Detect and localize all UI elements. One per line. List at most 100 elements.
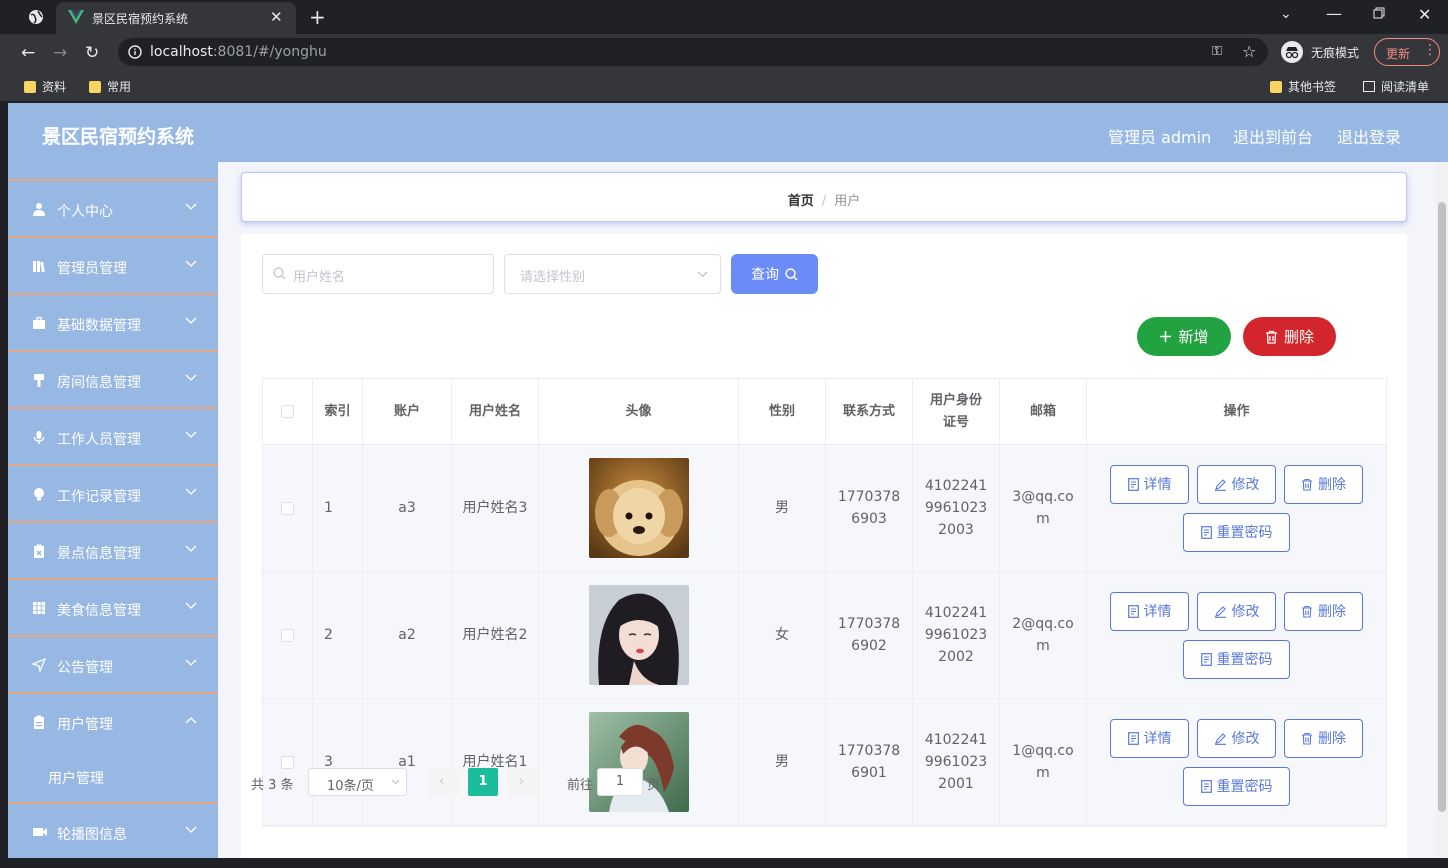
avatar-girl-dark[interactable] — [588, 585, 689, 685]
sidebar-item-personal[interactable]: 个人中心 — [8, 179, 218, 236]
star-icon[interactable]: ☆ — [1242, 42, 1256, 61]
globe-icon[interactable] — [28, 9, 44, 25]
info-icon[interactable] — [128, 45, 142, 59]
minimize-icon[interactable]: — — [1326, 4, 1342, 23]
browser-toolbar: ← → ↻ localhost:8081/#/yonghu ⚿ ☆ 无痕模式 更… — [0, 34, 1448, 70]
reset-password-button[interactable]: 重置密码 — [1183, 640, 1290, 679]
key-icon[interactable]: ⚿ — [1212, 44, 1222, 59]
detail-button[interactable]: 详情 — [1110, 465, 1189, 504]
add-button[interactable]: 新增 — [1137, 317, 1231, 356]
delete-button[interactable]: 删除 — [1284, 592, 1363, 631]
incognito-icon[interactable] — [1281, 41, 1303, 63]
avatar-puppy[interactable] — [588, 458, 689, 558]
more-icon[interactable]: ⋮ — [1423, 42, 1437, 58]
reset-password-button[interactable]: 重置密码 — [1183, 767, 1290, 806]
query-button[interactable]: 查询 — [731, 254, 818, 294]
back-icon[interactable]: ← — [21, 43, 35, 63]
cell-avatar — [539, 572, 739, 698]
page-size-select[interactable]: 10条/页 — [308, 768, 407, 796]
browser-tab[interactable]: 景区民宿预约系统 ✕ — [56, 2, 296, 34]
other-bookmarks[interactable]: 其他书签 — [1270, 78, 1336, 95]
reading-list[interactable]: 阅读清单 — [1363, 78, 1429, 95]
bookmark-folder-changyong[interactable]: 常用 — [89, 78, 131, 95]
edit-button[interactable]: 修改 — [1197, 719, 1276, 758]
folder-icon — [1270, 80, 1282, 93]
delete-button[interactable]: 删除 — [1284, 719, 1363, 758]
bookmark-folder-ziliao[interactable]: 资料 — [24, 78, 66, 95]
edit-icon — [1214, 478, 1227, 491]
row-checkbox[interactable] — [281, 628, 294, 642]
sidebar-item-admin[interactable]: 管理员管理 — [8, 236, 218, 293]
detail-button[interactable]: 详情 — [1110, 592, 1189, 631]
edit-button[interactable]: 修改 — [1197, 465, 1276, 504]
sidebar-item-room-info[interactable]: 房间信息管理 — [8, 350, 218, 407]
close-window-icon[interactable]: ✕ — [1418, 5, 1431, 24]
new-tab-icon[interactable]: + — [309, 5, 326, 29]
row-checkbox[interactable] — [281, 501, 294, 515]
update-button[interactable]: 更新 ⋮ — [1374, 38, 1440, 66]
address-bar[interactable]: localhost:8081/#/yonghu ⚿ ☆ — [118, 38, 1268, 66]
user-icon — [32, 202, 46, 216]
cell-gender: 男 — [739, 699, 826, 825]
tab-search-icon[interactable]: ⌄ — [1280, 6, 1292, 22]
goto-prefix: 前往 — [567, 778, 594, 793]
header-actions: 操作 — [1223, 403, 1250, 419]
sidebar-item-scenic[interactable]: 景点信息管理 — [8, 521, 218, 578]
forward-icon[interactable]: → — [53, 43, 67, 63]
admin-label[interactable]: 管理员 admin — [1108, 124, 1211, 148]
sidebar-item-staff[interactable]: 工作人员管理 — [8, 407, 218, 464]
cell-account: a3 — [363, 445, 452, 571]
user-table: 索引 账户 用户姓名 头像 性别 联系方式 用户身份证号 邮箱 操作 1 a3 … — [262, 378, 1387, 827]
document-icon — [1127, 732, 1139, 745]
trash-icon — [1301, 605, 1313, 618]
reset-password-button[interactable]: 重置密码 — [1183, 513, 1290, 552]
gender-select[interactable]: 请选择性别 — [504, 254, 721, 294]
close-tab-icon[interactable]: ✕ — [270, 8, 283, 26]
back-to-front-link[interactable]: 退出到前台 — [1233, 124, 1313, 148]
checkbox[interactable] — [281, 405, 294, 418]
document-icon — [1127, 605, 1139, 618]
chevron-down-icon — [185, 260, 197, 268]
logout-link[interactable]: 退出登录 — [1337, 124, 1401, 148]
cell-index: 1 — [313, 445, 363, 571]
name-search-input[interactable]: 用户姓名 — [262, 254, 494, 294]
breadcrumb-current: 用户 — [834, 194, 861, 209]
cell-id-card: 410224199610232001 — [913, 699, 1000, 825]
row-checkbox[interactable] — [281, 755, 294, 769]
batch-delete-button[interactable]: 删除 — [1243, 317, 1336, 356]
sidebar-item-notice[interactable]: 公告管理 — [8, 635, 218, 692]
breadcrumb-home[interactable]: 首页 — [788, 194, 814, 209]
pagination: 共 3 条 10条/页 ‹ 1 › 前往 1 页 — [243, 768, 843, 798]
sidebar-item-users[interactable]: 用户管理 — [8, 692, 218, 749]
goto-page-input[interactable]: 1 — [597, 768, 643, 796]
sidebar-item-basic-data[interactable]: 基础数据管理 — [8, 293, 218, 350]
prev-page-button[interactable]: ‹ — [428, 768, 458, 796]
scrollbar-thumb[interactable] — [1438, 202, 1446, 812]
scrollbar-track[interactable] — [1436, 162, 1448, 868]
sidebar-item-food[interactable]: 美食信息管理 — [8, 578, 218, 635]
chevron-down-icon — [185, 602, 197, 610]
sidebar-subitem-user-management[interactable]: 用户管理 — [8, 749, 218, 805]
next-page-button[interactable]: › — [508, 768, 538, 796]
restore-icon[interactable] — [1373, 7, 1385, 19]
detail-button[interactable]: 详情 — [1110, 719, 1189, 758]
clipboard-x-icon — [32, 544, 46, 558]
browser-tab-bar: 景区民宿预约系统 ✕ + ⌄ — ✕ — [0, 0, 1448, 34]
delete-button[interactable]: 删除 — [1284, 465, 1363, 504]
plus-icon — [1159, 330, 1172, 343]
tab-title: 景区民宿预约系统 — [92, 12, 189, 26]
page-1-button[interactable]: 1 — [468, 768, 498, 796]
chevron-down-icon — [697, 271, 708, 278]
url-text: localhost:8081/#/yonghu — [150, 44, 327, 60]
header-select-all[interactable] — [263, 379, 313, 444]
vue-logo-icon — [68, 10, 84, 24]
reload-icon[interactable]: ↻ — [85, 43, 99, 63]
chevron-left-icon: ‹ — [439, 774, 445, 789]
chevron-down-icon — [185, 203, 197, 211]
cell-name: 用户姓名2 — [452, 572, 539, 698]
sidebar-item-carousel[interactable]: 轮播图信息 — [8, 802, 218, 859]
cell-email: 2@qq.com — [1000, 572, 1087, 698]
header-gender: 性别 — [739, 379, 826, 444]
edit-button[interactable]: 修改 — [1197, 592, 1276, 631]
sidebar-item-work-records[interactable]: 工作记录管理 — [8, 464, 218, 521]
